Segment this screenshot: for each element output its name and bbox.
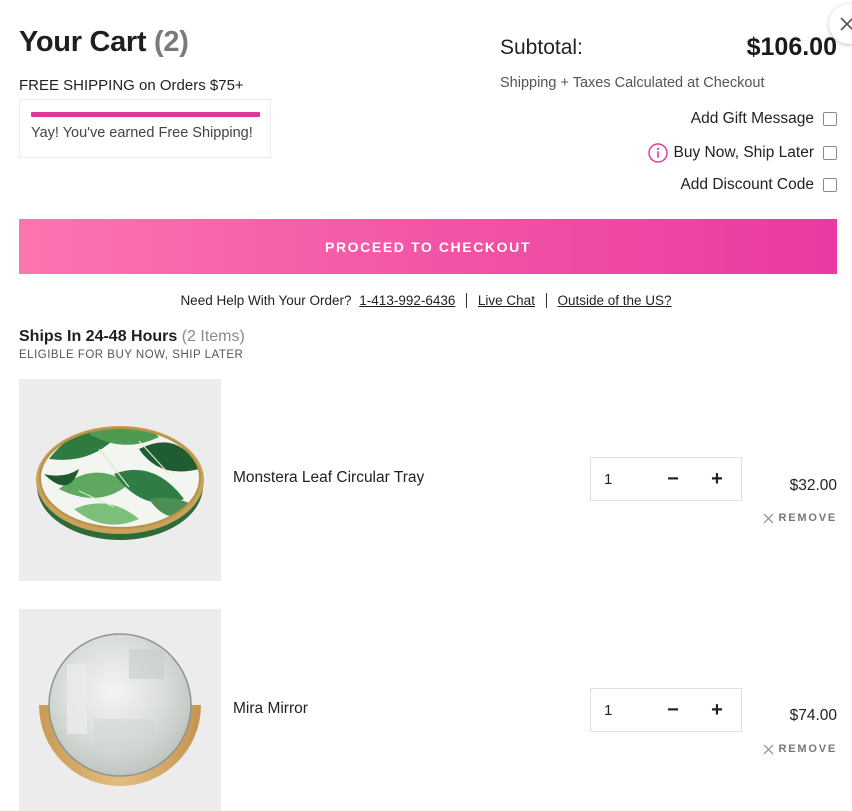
buy-now-ship-later-label: Buy Now, Ship Later xyxy=(673,144,814,161)
cart-count: (2) xyxy=(154,26,189,58)
remove-label: REMOVE xyxy=(778,512,837,524)
item-price: $74.00 xyxy=(789,707,837,724)
help-line: Need Help With Your Order? 1-413-992-643… xyxy=(0,293,852,308)
item-image-monstera-tray[interactable] xyxy=(19,379,221,581)
discount-code-label: Add Discount Code xyxy=(680,176,814,193)
gift-message-checkbox[interactable] xyxy=(823,112,837,126)
discount-code-checkbox[interactable] xyxy=(823,178,837,192)
quantity-value[interactable]: 1 xyxy=(591,471,651,488)
subtotal-value: $106.00 xyxy=(746,33,837,61)
info-icon[interactable] xyxy=(647,143,668,163)
item-image-mira-mirror[interactable] xyxy=(19,609,221,811)
mira-mirror-image xyxy=(39,633,201,786)
divider xyxy=(545,293,547,308)
close-icon xyxy=(840,17,852,31)
increase-quantity-button[interactable]: + xyxy=(695,689,739,731)
increase-quantity-button[interactable]: + xyxy=(695,458,739,500)
cart-title: Your Cart (2) xyxy=(19,26,189,59)
subtotal-label: Subtotal: xyxy=(500,36,583,59)
cart-title-text: Your Cart xyxy=(19,26,147,58)
gift-message-option[interactable]: Add Gift Message xyxy=(691,110,837,128)
help-prefix: Need Help With Your Order? xyxy=(180,293,352,308)
proceed-to-checkout-button[interactable]: PROCEED TO CHECKOUT xyxy=(19,219,837,274)
phone-link[interactable]: 1-413-992-6436 xyxy=(359,293,455,308)
shipping-taxes-note: Shipping + Taxes Calculated at Checkout xyxy=(500,75,765,91)
live-chat-link[interactable]: Live Chat xyxy=(478,293,535,308)
section-title-text: Ships In 24-48 Hours xyxy=(19,328,178,345)
item-name[interactable]: Mira Mirror xyxy=(233,700,308,718)
gift-message-label: Add Gift Message xyxy=(690,110,814,127)
outside-us-link[interactable]: Outside of the US? xyxy=(557,293,671,308)
free-shipping-message: Yay! You've earned Free Shipping! xyxy=(31,125,253,141)
free-shipping-threshold: FREE SHIPPING on Orders $75+ xyxy=(19,77,244,94)
buy-now-ship-later-option[interactable]: Buy Now, Ship Later xyxy=(647,143,837,163)
remove-item-button[interactable]: REMOVE xyxy=(763,512,837,524)
quantity-stepper[interactable]: 1 − + xyxy=(590,688,742,732)
shipping-section-title: Ships In 24-48 Hours (2 Items) xyxy=(19,328,245,346)
section-subtitle: ELIGIBLE FOR BUY NOW, SHIP LATER xyxy=(19,349,244,361)
decrease-quantity-button[interactable]: − xyxy=(651,689,695,731)
item-name[interactable]: Monstera Leaf Circular Tray xyxy=(233,469,424,487)
quantity-stepper[interactable]: 1 − + xyxy=(590,457,742,501)
section-items-count: (2 Items) xyxy=(181,328,245,345)
x-icon xyxy=(763,744,773,754)
item-price: $32.00 xyxy=(789,477,837,494)
decrease-quantity-button[interactable]: − xyxy=(651,458,695,500)
remove-label: REMOVE xyxy=(778,743,837,755)
x-icon xyxy=(763,513,773,523)
divider xyxy=(466,293,468,308)
quantity-value[interactable]: 1 xyxy=(591,702,651,719)
monstera-tray-image xyxy=(36,426,204,540)
discount-code-option[interactable]: Add Discount Code xyxy=(680,176,837,194)
free-shipping-progress-box: Yay! You've earned Free Shipping! xyxy=(19,99,271,158)
free-shipping-progress-bar xyxy=(31,112,260,117)
buy-now-ship-later-checkbox[interactable] xyxy=(823,146,837,160)
free-shipping-progress-fill xyxy=(31,112,260,117)
remove-item-button[interactable]: REMOVE xyxy=(763,743,837,755)
